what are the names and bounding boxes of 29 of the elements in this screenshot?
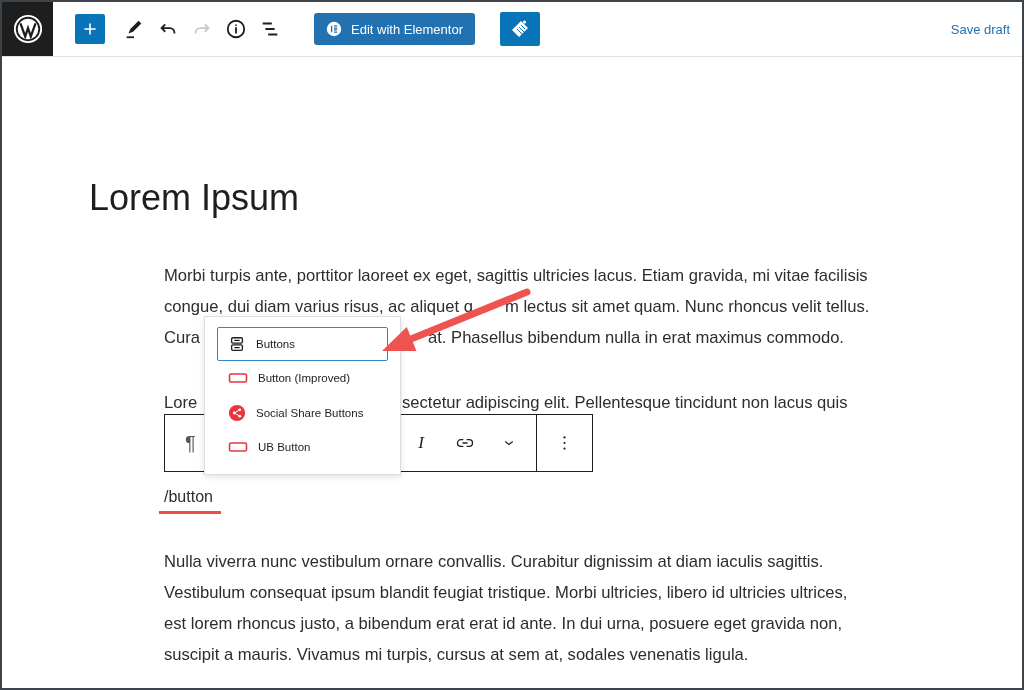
block-suggestion-item[interactable]: UB Button: [217, 429, 388, 464]
save-draft-link[interactable]: Save draft: [950, 21, 1010, 37]
block-suggestion-item[interactable]: Buttons: [217, 327, 388, 362]
share-icon: [228, 403, 246, 422]
paragraph-text: Nulla viverra nunc vestibulum ornare convallis. Curabitur dignissim at diam iaculis sagittis.: [164, 551, 824, 573]
stacked-buttons-icon: [228, 335, 246, 354]
paragraph-text: Cura: [164, 327, 200, 349]
block-suggestion-item[interactable]: Button (Improved): [217, 361, 388, 396]
plus-icon: [82, 21, 98, 37]
paragraph-text: at. Phasellus bibendum nulla in erat maximus commodo.: [428, 327, 844, 349]
paragraph-text: Lore: [164, 392, 198, 414]
wordpress-logo-button[interactable]: [2, 2, 53, 56]
paragraph-glyph[interactable]: ¶: [185, 431, 196, 455]
wordpress-icon: [12, 14, 43, 44]
elementor-icon: [326, 21, 342, 37]
paragraph-text: Morbi turpis ante, porttitor laoreet ex eget, sagittis ultricies lacus. Etiam gravida, mi vitae facilisis: [164, 265, 868, 287]
paragraph-text: m lectus sit amet quam. Nunc rhoncus velit tellus.: [505, 296, 870, 318]
underline-mark: [159, 511, 221, 514]
paragraph-text: suscipit a mauris. Vivamus mi turpis, cursus at sem at, sodales venenatis ligula.: [164, 644, 749, 666]
paragraph-text: Vestibulum consequat ipsum blandit feugiat tristique. Morbi ultricies, libero id ultricies ultrices,: [164, 582, 848, 604]
block-suggestion-item[interactable]: Social Share Buttons: [217, 395, 388, 430]
tag-button[interactable]: [500, 12, 540, 46]
slash-command-text: /button: [164, 488, 213, 505]
paragraph-text: est lorem rhoncus justo, a bibendum erat erat id ante. In dui urna, posuere eget gravida non,: [164, 613, 842, 635]
post-title: Lorem Ipsum: [89, 177, 301, 219]
add-block-button[interactable]: [75, 14, 105, 44]
edit-with-elementor-button[interactable]: Edit with Elementor: [314, 13, 475, 45]
italic-button[interactable]: I: [399, 423, 443, 463]
paragraph-text: sectetur adipiscing elit. Pellentesque tincidunt non lacus quis: [402, 392, 848, 414]
